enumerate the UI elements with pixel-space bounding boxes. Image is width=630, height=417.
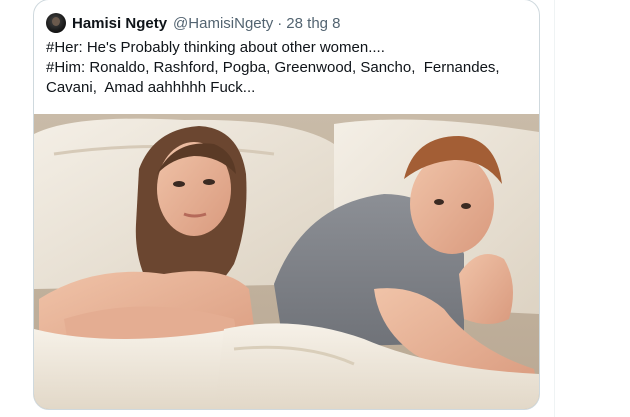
tweet-card[interactable]: Hamisi Ngety @HamisiNgety · 28 thg 8 #He… xyxy=(33,0,540,410)
tweet-photo[interactable] xyxy=(34,114,539,409)
meme-photo-illustration xyxy=(34,114,539,409)
tweet-text-line: Cavani, Amad aahhhhh Fuck... xyxy=(46,79,256,96)
tweet-text: #Her: He's Probably thinking about other… xyxy=(46,38,526,98)
tweet-text-line: #Him: Ronaldo, Rashford, Pogba, Greenwoo… xyxy=(46,59,500,76)
author-name[interactable]: Hamisi Ngety xyxy=(72,15,167,32)
tweet-timestamp[interactable]: 28 thg 8 xyxy=(286,15,340,32)
separator-dot: · xyxy=(277,14,283,32)
tweet-header: Hamisi Ngety @HamisiNgety · 28 thg 8 xyxy=(46,12,341,34)
tweet-text-line: #Her: He's Probably thinking about other… xyxy=(46,39,385,56)
timeline-divider xyxy=(554,0,555,417)
author-avatar[interactable] xyxy=(46,13,66,33)
author-handle[interactable]: @HamisiNgety xyxy=(173,15,273,32)
